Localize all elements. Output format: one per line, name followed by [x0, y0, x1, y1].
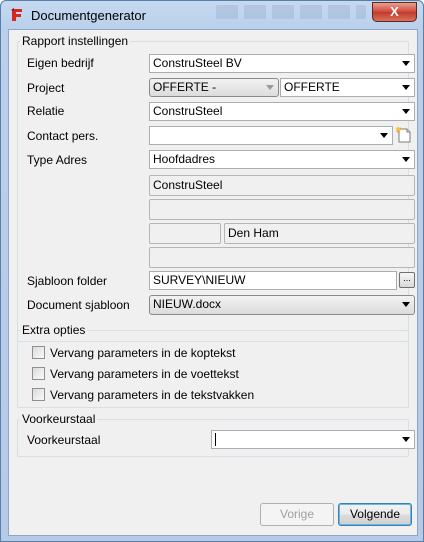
title-bar[interactable]: Documentgenerator X — [1, 1, 423, 29]
eigen-bedrijf-dropdown[interactable]: ConstruSteel BV — [149, 54, 415, 73]
title-bar-blurred-area — [216, 5, 366, 19]
address-line-1: ConstruSteel — [149, 175, 415, 196]
chevron-down-icon[interactable] — [402, 109, 410, 114]
chevron-down-icon[interactable] — [380, 133, 388, 138]
sjabloon-folder-label: Sjabloon folder — [27, 274, 108, 288]
checkbox-koptekst[interactable] — [32, 346, 45, 359]
project-name-dropdown[interactable]: OFFERTE — [280, 78, 415, 97]
address-line-2 — [149, 199, 415, 220]
contact-pers-label: Contact pers. — [27, 129, 99, 143]
address-postcode — [149, 223, 221, 244]
document-sjabloon-dropdown[interactable]: NIEUW.docx — [149, 295, 415, 315]
dialog-client-area: Rapport instellingen Eigen bedrijf Const… — [8, 29, 418, 536]
relatie-label: Relatie — [27, 104, 65, 118]
rapport-instellingen-group: Rapport instellingen Eigen bedrijf Const… — [17, 34, 415, 342]
app-logo-icon — [11, 8, 22, 21]
chevron-down-icon[interactable] — [402, 302, 410, 307]
checkbox-voettekst[interactable] — [32, 367, 45, 380]
extra-opties-title: Extra opties — [20, 323, 88, 337]
browse-folder-button[interactable]: ... — [399, 272, 415, 288]
sjabloon-folder-input[interactable]: SURVEY\NIEUW — [149, 271, 397, 290]
chevron-down-icon[interactable] — [402, 61, 410, 66]
volgende-button[interactable]: Volgende — [338, 503, 412, 526]
contact-pers-dropdown[interactable] — [149, 126, 393, 145]
chevron-down-icon[interactable] — [402, 85, 410, 90]
chevron-down-icon[interactable] — [266, 85, 274, 90]
checkbox-tekstvakken[interactable] — [32, 388, 45, 401]
type-adres-label: Type Adres — [27, 153, 88, 167]
option-tekstvakken-label: Vervang parameters in de tekstvakken — [50, 388, 255, 402]
option-koptekst-label: Vervang parameters in de koptekst — [50, 346, 236, 360]
chevron-down-icon[interactable] — [402, 437, 410, 442]
voorkeurstaal-label: Voorkeurstaal — [27, 433, 101, 447]
close-button[interactable]: X — [372, 2, 417, 22]
address-city: Den Ham — [224, 223, 415, 244]
project-number-dropdown[interactable]: OFFERTE - — [149, 78, 279, 97]
voorkeurstaal-dropdown[interactable] — [211, 430, 415, 449]
extra-opties-group: Extra opties Vervang parameters in de ko… — [17, 323, 409, 408]
chevron-down-icon[interactable] — [402, 157, 410, 162]
text-cursor — [215, 433, 216, 446]
dialog-window: Documentgenerator X Rapport instellingen… — [0, 0, 424, 542]
voorkeurstaal-group: Voorkeurstaal Voorkeurstaal — [17, 412, 415, 457]
rapport-instellingen-title: Rapport instellingen — [20, 34, 131, 48]
new-contact-icon[interactable] — [395, 126, 413, 144]
document-sjabloon-label: Document sjabloon — [27, 298, 130, 312]
voorkeurstaal-title: Voorkeurstaal — [20, 412, 98, 426]
option-voettekst-label: Vervang parameters in de voettekst — [50, 367, 239, 381]
eigen-bedrijf-label: Eigen bedrijf — [27, 56, 94, 70]
type-adres-dropdown[interactable]: Hoofdadres — [149, 150, 415, 169]
vorige-button[interactable]: Vorige — [260, 503, 334, 526]
address-line-4 — [149, 247, 415, 268]
relatie-dropdown[interactable]: ConstruSteel — [149, 102, 415, 121]
window-title: Documentgenerator — [31, 8, 146, 23]
project-label: Project — [27, 81, 65, 95]
